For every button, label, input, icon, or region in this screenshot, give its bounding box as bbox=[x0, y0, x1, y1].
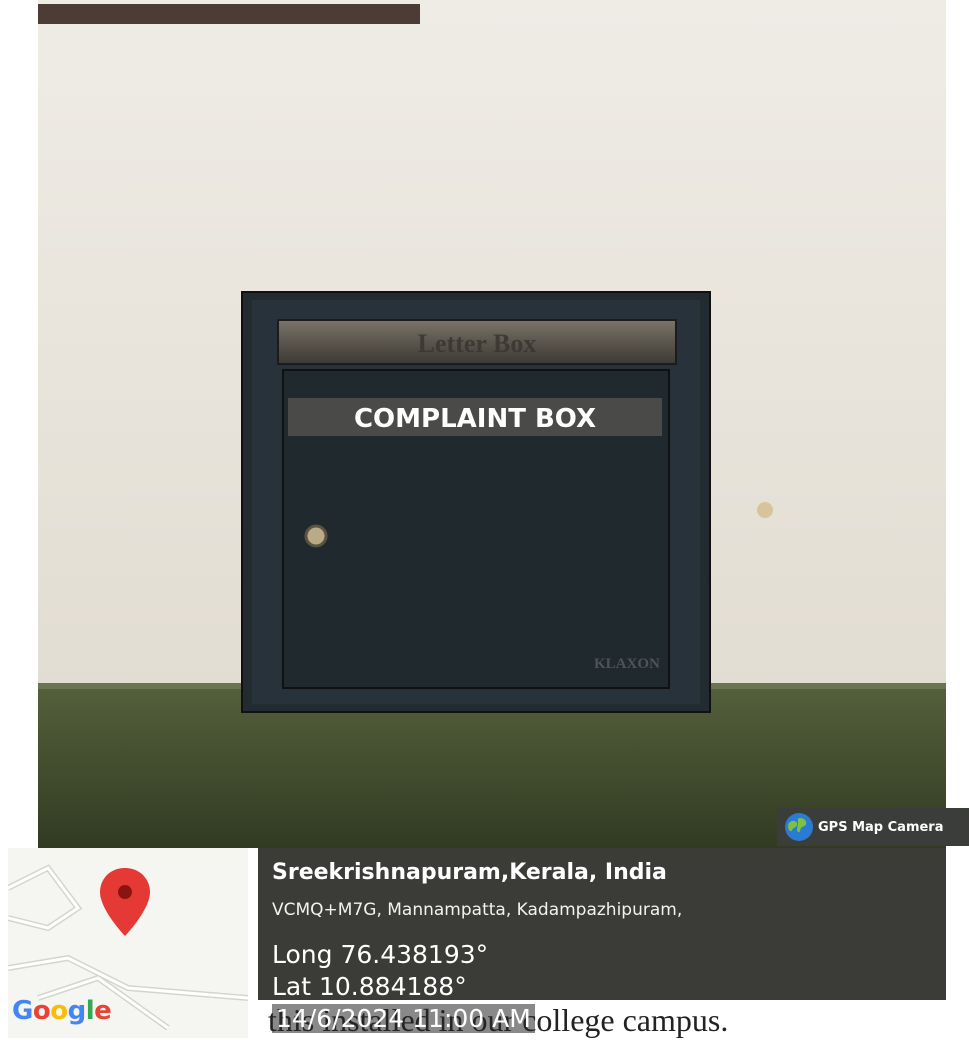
timestamp: 14/6/2024 11:00 AM bbox=[272, 1004, 535, 1033]
photo: Letter Box COMPLAINT BOX KLAXON bbox=[38, 0, 946, 848]
google-logo: Google bbox=[12, 996, 112, 1026]
brand-mark: KLAXON bbox=[594, 656, 660, 672]
location-info-panel: Sreekrishnapuram,Kerala, India VCMQ+M7G,… bbox=[258, 848, 946, 1001]
gps-map-camera-badge: GPS Map Camera bbox=[777, 808, 969, 846]
complaint-box-photo: Letter Box COMPLAINT BOX KLAXON bbox=[38, 0, 946, 848]
latitude-value: Lat 10.884188° bbox=[272, 972, 467, 1001]
lock-icon bbox=[304, 524, 328, 548]
location-address: VCMQ+M7G, Mannampatta, Kadampazhipuram, bbox=[272, 900, 683, 920]
gps-app-name: GPS Map Camera bbox=[818, 819, 944, 835]
location-title: Sreekrishnapuram,Kerala, India bbox=[272, 860, 667, 885]
longitude-value: Long 76.438193° bbox=[272, 940, 489, 969]
complaint-box-label: COMPLAINT BOX bbox=[354, 404, 596, 434]
globe-icon bbox=[785, 813, 813, 841]
letter-box-plate-text: Letter Box bbox=[418, 329, 537, 358]
